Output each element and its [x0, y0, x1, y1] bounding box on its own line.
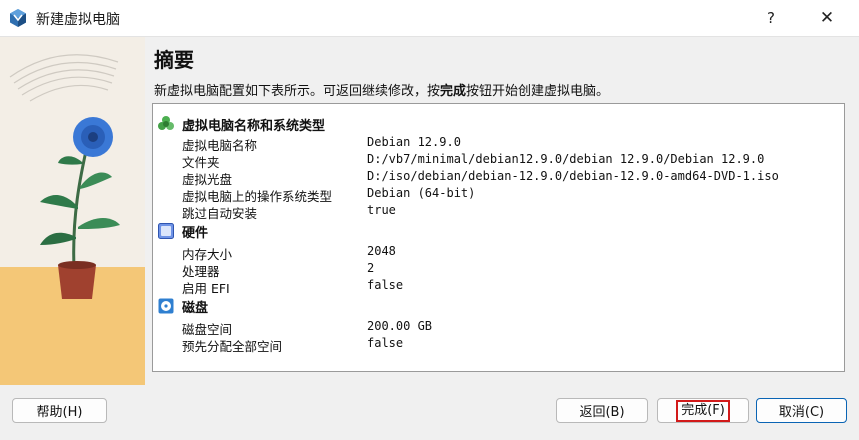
row-label: 预先分配全部空间	[182, 339, 283, 354]
row-value: false	[367, 278, 404, 292]
page-description: 新虚拟电脑配置如下表所示。可返回继续修改，按完成按钮开始创建虚拟电脑。	[154, 80, 609, 99]
section-disk: 磁盘	[157, 296, 208, 316]
section-title: 虚拟电脑名称和系统类型	[182, 118, 326, 134]
window-title: 新建虚拟电脑	[36, 12, 120, 28]
title-bar: 新建虚拟电脑 ? ✕	[0, 0, 859, 37]
description-emphasis: 完成	[440, 84, 467, 99]
row-value: false	[367, 336, 404, 350]
section-name-and-os: 虚拟电脑名称和系统类型	[157, 114, 325, 134]
virtualbox-logo-icon	[10, 9, 26, 27]
description-text-end: 按钮开始创建虚拟电脑。	[466, 84, 610, 99]
row-label: 跳过自动安装	[182, 206, 258, 221]
close-button[interactable]: ✕	[804, 0, 850, 36]
row-value: 200.00 GB	[367, 319, 433, 333]
page-title: 摘要	[154, 48, 194, 72]
description-text: 新虚拟电脑配置如下表所示。可返回继续修改，按	[154, 84, 441, 99]
row-value: D:/iso/debian/debian-12.9.0/debian-12.9.…	[367, 169, 779, 183]
hard-disk-icon	[158, 298, 174, 314]
help-title-button[interactable]: ?	[748, 0, 794, 36]
cancel-button[interactable]: 取消(C)	[756, 398, 847, 423]
row-value: Debian (64-bit)	[367, 186, 476, 200]
finish-button[interactable]: 完成(F)	[657, 398, 749, 423]
summary-panel[interactable]: 虚拟电脑名称和系统类型 虚拟电脑名称 Debian 12.9.0 文件夹 D:/…	[152, 103, 845, 372]
section-title: 硬件	[182, 225, 209, 241]
back-button[interactable]: 返回(B)	[556, 398, 648, 423]
row-label: 启用 EFI	[182, 281, 230, 296]
row-value: true	[367, 203, 396, 217]
row-value: D:/vb7/minimal/debian12.9.0/debian 12.9.…	[367, 152, 765, 166]
wizard-side-illustration	[0, 37, 145, 385]
section-hardware: 硬件	[157, 221, 208, 241]
row-value: 2	[367, 261, 375, 275]
section-title: 磁盘	[182, 300, 209, 316]
puzzle-piece-icon	[158, 116, 174, 130]
row-value: 2048	[367, 244, 396, 258]
help-button[interactable]: 帮助(H)	[12, 398, 107, 423]
row-value: Debian 12.9.0	[367, 135, 461, 149]
chip-icon	[158, 223, 174, 239]
finish-button-label: 完成(F)	[676, 399, 730, 422]
